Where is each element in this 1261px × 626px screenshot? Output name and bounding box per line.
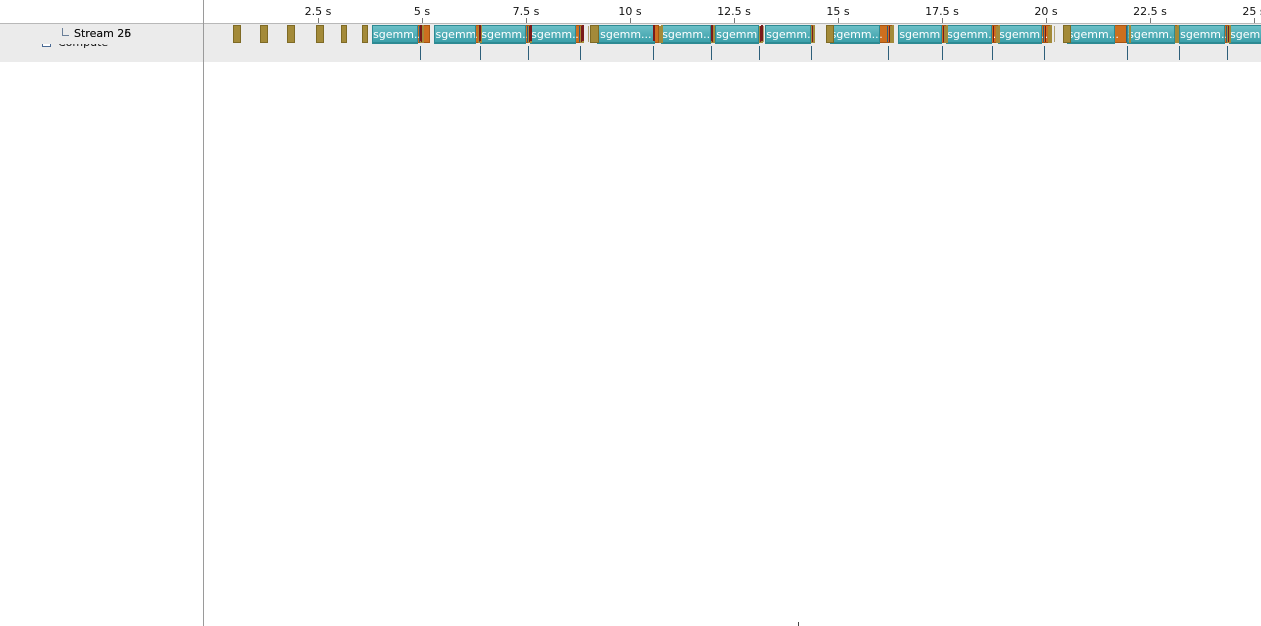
- default-stream-kernel[interactable]: sgemm...: [715, 25, 759, 43]
- kernel-sgemm-sm35-a: [1226, 26, 1227, 42]
- timeline-cursor-stub: [798, 622, 799, 626]
- default-stream-dtoh: [422, 25, 424, 43]
- default-stream-dtoh: [1050, 25, 1052, 43]
- compute-kernel-small: [811, 46, 812, 60]
- time-ruler[interactable]: 2.5 s 5 s 7.5 s 10 s 12.5 s 15 s 17.5 s 20 s 22.…: [204, 0, 1261, 24]
- ruler-tick-label: 15 s: [826, 5, 850, 18]
- default-stream-kernel[interactable]: sgemm...: [434, 25, 477, 43]
- default-stream-memcpy[interactable]: [361, 25, 368, 43]
- timeline-panel[interactable]: 2.5 s 5 s 7.5 s 10 s 12.5 s 15 s 17.5 s 20 s 22.…: [204, 0, 1261, 626]
- default-stream-kernel[interactable]: sgemm...: [765, 25, 811, 43]
- default-stream-kernel[interactable]: sgemm...: [998, 25, 1042, 43]
- tree-elbow-icon: [62, 28, 69, 36]
- default-stream-dtoh: [892, 25, 894, 43]
- compute-kernel-small: [992, 46, 993, 60]
- stream-activity-marker: [762, 25, 763, 41]
- stream-activity-marker: [531, 25, 532, 41]
- tree-row-stream-26[interactable]: Stream 26: [0, 24, 203, 44]
- default-stream-memcpy[interactable]: [590, 25, 599, 43]
- ruler-tick-label: 12.5 s: [717, 5, 751, 18]
- tree-panel: Process "sgemm-tiled 30000" (10...Thread…: [0, 0, 221, 626]
- ruler-tick: [942, 18, 943, 23]
- ruler-tick: [422, 18, 423, 23]
- ruler-tick: [318, 18, 319, 23]
- default-stream-dtoh: [1129, 25, 1131, 43]
- default-stream-kernel[interactable]: sgemm...: [596, 25, 655, 43]
- ruler-tick: [838, 18, 839, 23]
- default-stream-kernel[interactable]: sgemm...: [530, 25, 576, 43]
- default-stream-kernel[interactable]: sgemm...: [829, 25, 880, 43]
- compute-kernel-small: [942, 46, 943, 60]
- default-stream-kernel[interactable]: sgemm...: [946, 25, 992, 43]
- ruler-tick-label: 20 s: [1034, 5, 1058, 18]
- compute-kernel-small: [759, 46, 760, 60]
- compute-kernel-small: [480, 46, 481, 60]
- compute-kernel-small: [711, 46, 712, 60]
- stream-activity-marker: [654, 25, 655, 41]
- ruler-tick-label: 7.5 s: [512, 5, 540, 18]
- ruler-tick: [734, 18, 735, 23]
- default-stream-memcpy[interactable]: [340, 25, 348, 43]
- ruler-tick-label: 2.5 s: [304, 5, 332, 18]
- default-stream-dtoh: [998, 25, 1000, 43]
- stream-activity-marker: [712, 25, 713, 41]
- compute-kernel-small: [420, 46, 421, 60]
- default-stream-kernel[interactable]: sgemm...: [480, 25, 526, 43]
- kernel-sgemm-sm35-b: [993, 26, 994, 42]
- tree-node-label: Stream 26: [74, 27, 132, 40]
- memcpy-htod-marker: [763, 26, 764, 42]
- ruler-tick: [526, 18, 527, 23]
- default-stream-memcpy[interactable]: [315, 25, 325, 43]
- ruler-tick: [1150, 18, 1151, 23]
- default-stream-kernel[interactable]: sgemm...: [661, 25, 712, 43]
- memcpy-htod-marker: [588, 26, 589, 42]
- kernel-sgemm-sm35-a: [1043, 26, 1044, 42]
- default-stream-memcpy[interactable]: [232, 25, 242, 43]
- ruler-tick-label: 22.5 s: [1133, 5, 1167, 18]
- default-stream-kernel[interactable]: sgemm...: [898, 25, 942, 43]
- stream-activity-marker: [421, 25, 422, 41]
- ruler-tick: [1254, 18, 1255, 23]
- default-stream-memcpy[interactable]: [1062, 25, 1071, 43]
- compute-kernel-small: [1227, 46, 1228, 60]
- compute-kernel-small: [1179, 46, 1180, 60]
- kernel-sgemm-sm35-a: [527, 26, 528, 42]
- memcpy-htod-marker: [1054, 26, 1055, 42]
- default-stream-kernel[interactable]: sgemm...: [1229, 25, 1261, 43]
- default-stream-dtoh: [946, 25, 948, 43]
- default-stream-dtoh: [813, 25, 815, 43]
- ruler-tick-label: 10 s: [618, 5, 642, 18]
- default-stream-kernel[interactable]: sgemm...: [1179, 25, 1225, 43]
- compute-kernel-small: [653, 46, 654, 60]
- default-stream-memcpy[interactable]: [259, 25, 269, 43]
- compute-kernel-small: [528, 46, 529, 60]
- default-stream-memcpy[interactable]: [825, 25, 834, 43]
- stream-activity-marker: [480, 25, 481, 41]
- default-stream-dtoh: [661, 25, 663, 43]
- default-stream-kernel[interactable]: sgemm...: [1066, 25, 1115, 43]
- ruler-tick: [630, 18, 631, 23]
- compute-kernel-small: [580, 46, 581, 60]
- default-stream-kernel[interactable]: sgemm...: [1127, 25, 1175, 43]
- kernel-sgemm-sm35-b: [889, 26, 890, 42]
- ruler-tick-label: 25 s: [1242, 5, 1261, 18]
- stream-activity-marker: [583, 25, 584, 41]
- compute-kernel-small: [1127, 46, 1128, 60]
- default-stream-kernel[interactable]: sgemm...: [372, 25, 418, 43]
- default-stream-memcpy[interactable]: [286, 25, 296, 43]
- ruler-tick-label: 5 s: [413, 5, 431, 18]
- default-stream-dtoh: [1177, 25, 1179, 43]
- compute-kernel-small: [1044, 46, 1045, 60]
- kernel-sgemm-sm35-a: [579, 26, 580, 42]
- kernel-sgemm-sm35-b: [943, 26, 944, 42]
- default-stream-dtoh: [713, 25, 715, 43]
- kernel-sgemm-sm35-a: [887, 26, 888, 42]
- tree-header: [0, 0, 203, 24]
- compute-kernel-small: [888, 46, 889, 60]
- kernel-sgemm-sm35-b: [1045, 26, 1046, 42]
- ruler-tick: [1046, 18, 1047, 23]
- ruler-tick-label: 17.5 s: [925, 5, 959, 18]
- default-stream-dtoh: [1229, 25, 1231, 43]
